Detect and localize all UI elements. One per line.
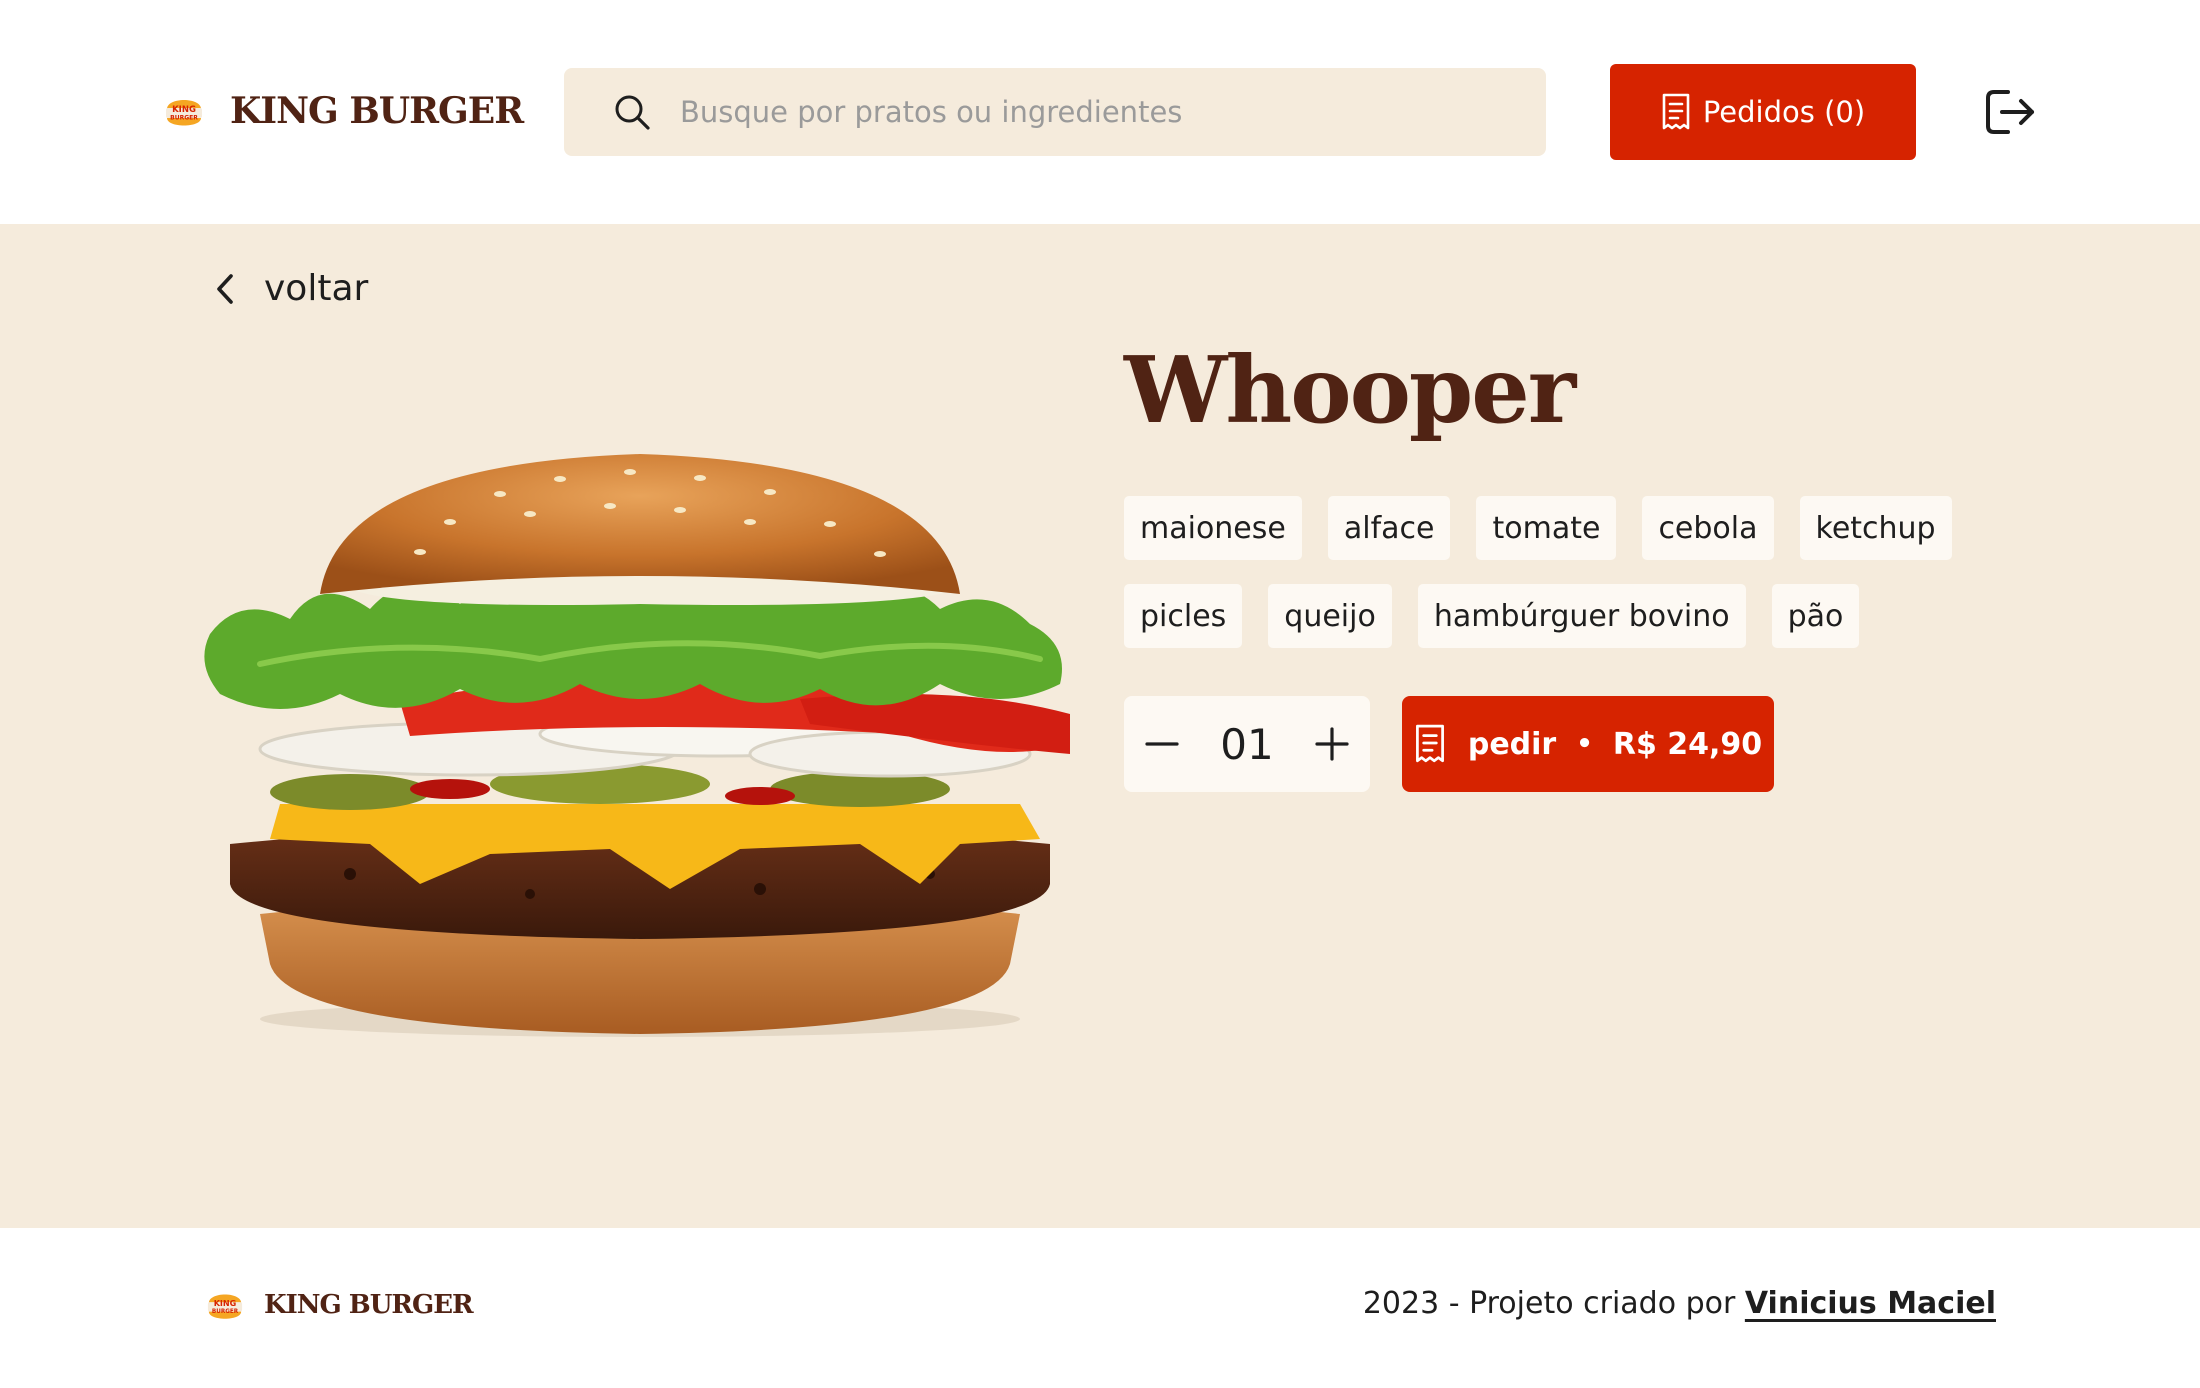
sign-out-icon <box>1986 90 2034 134</box>
search-icon <box>615 95 650 130</box>
ingredient-tag: tomate <box>1476 496 1617 560</box>
footer-brand-logo: KING BURGER KING BURGER <box>206 1284 474 1326</box>
search-input[interactable] <box>678 94 1482 130</box>
ingredient-tag: maionese <box>1124 496 1302 560</box>
brand-logo[interactable]: KING BURGER KING BURGER <box>164 88 524 134</box>
order-button-separator: • <box>1576 729 1593 759</box>
footer-brand-name: KING BURGER <box>264 1290 474 1320</box>
header: KING BURGER KING BURGER Pedidos (0) <box>0 0 2200 224</box>
footer-credits: 2023 - Projeto criado por Vinicius Macie… <box>1363 1286 1996 1321</box>
orders-button-label: Pedidos <box>1702 95 1815 129</box>
back-label: voltar <box>264 268 369 309</box>
svg-text:KING: KING <box>172 105 196 115</box>
ingredient-tag: cebola <box>1642 496 1774 560</box>
search-bar[interactable] <box>564 68 1546 156</box>
receipt-icon <box>1662 93 1690 130</box>
receipt-icon <box>1415 724 1444 763</box>
ingredient-tag: queijo <box>1268 584 1392 648</box>
order-button-label: pedir <box>1467 726 1557 762</box>
ingredient-tag: alface <box>1327 496 1451 560</box>
svg-text:BURGER: BURGER <box>212 1309 239 1315</box>
king-burger-logo-icon: KING BURGER <box>207 1294 243 1319</box>
product-image <box>204 454 1070 1037</box>
decrease-quantity-button[interactable] <box>1138 720 1186 768</box>
product-detail-section: voltar Whooper maionese alface tomate ce… <box>0 224 2200 1228</box>
order-button-price: R$ 24,90 <box>1612 726 1763 762</box>
minus-icon <box>1145 742 1179 746</box>
ingredient-tag: ketchup <box>1799 496 1952 560</box>
ingredient-tag: pão <box>1771 584 1860 648</box>
plus-icon <box>1315 727 1349 761</box>
logout-button[interactable] <box>1982 84 2038 140</box>
increase-quantity-button[interactable] <box>1308 720 1356 768</box>
product-name: Whooper <box>1124 336 1576 444</box>
ingredient-tags: maionese alface tomate cebola ketchup pi… <box>1124 496 2024 648</box>
orders-count: (0) <box>1824 95 1866 129</box>
order-button[interactable]: pedir • R$ 24,90 <box>1402 696 1774 792</box>
footer: KING BURGER KING BURGER 2023 - Projeto c… <box>0 1228 2200 1388</box>
orders-button-label-group: Pedidos (0) <box>1703 95 1865 129</box>
back-link[interactable]: voltar <box>214 268 368 309</box>
quantity-stepper: 01 <box>1124 696 1370 792</box>
author-link[interactable]: Vinicius Maciel <box>1745 1286 1996 1321</box>
credits-text: 2023 - Projeto criado por <box>1362 1286 1745 1321</box>
ingredient-tag: picles <box>1124 584 1243 648</box>
quantity-value: 01 <box>1220 719 1274 769</box>
chevron-left-icon <box>217 273 233 304</box>
ingredient-tag: hambúrguer bovino <box>1417 584 1746 648</box>
brand-name: KING BURGER <box>230 90 524 132</box>
svg-text:KING: KING <box>214 1299 237 1308</box>
king-burger-logo-icon: KING BURGER <box>166 100 202 126</box>
orders-button[interactable]: Pedidos (0) <box>1610 64 1916 160</box>
svg-text:BURGER: BURGER <box>170 115 198 122</box>
